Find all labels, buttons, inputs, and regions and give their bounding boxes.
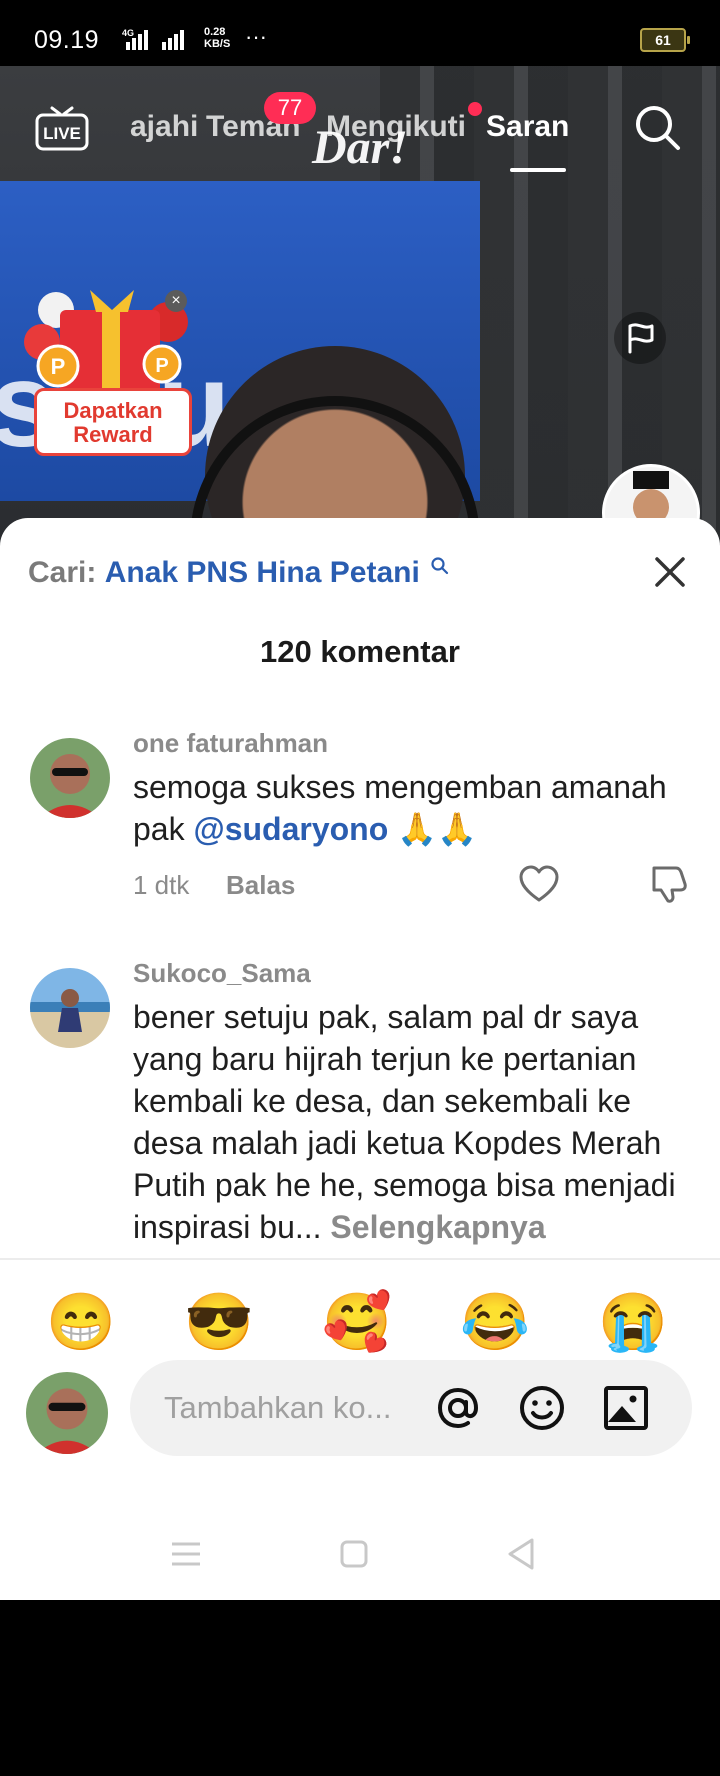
live-icon[interactable]: LIVE [34, 102, 90, 152]
svg-text:LIVE: LIVE [43, 124, 81, 143]
search-query-link[interactable]: Anak PNS Hina Petani [105, 556, 420, 589]
battery-icon: 61 [640, 28, 690, 52]
active-tab-indicator [510, 168, 566, 172]
heart-icon[interactable] [518, 864, 560, 904]
back-icon[interactable] [502, 1534, 542, 1574]
system-navigation-bar [0, 1510, 720, 1600]
avatar[interactable] [30, 968, 110, 1048]
close-icon[interactable] [650, 552, 690, 592]
emoji-icon[interactable] [516, 1382, 568, 1434]
reward-close-button[interactable]: × [165, 290, 187, 312]
network-speed: 0.28 KB/S [204, 26, 230, 50]
my-avatar [26, 1372, 108, 1454]
divider [0, 1258, 720, 1260]
emoji-sunglasses-button[interactable]: 😎 [184, 1290, 254, 1354]
comment-count-title: 120 komentar [260, 634, 460, 669]
comment-mention[interactable]: @sudaryono [193, 811, 388, 847]
comment-time: 1 dtk [133, 870, 190, 900]
dislike-icon[interactable] [648, 864, 690, 904]
more-notifications-icon: ··· [245, 24, 267, 49]
image-icon[interactable] [600, 1382, 652, 1434]
status-time: 09.19 [34, 26, 100, 54]
comment-text: semoga sukses mengemban amanah pak @suda… [133, 766, 708, 850]
reward-label-line1: Dapatkan [63, 398, 163, 423]
home-icon[interactable] [334, 1534, 374, 1574]
comment-username[interactable]: one faturahman [133, 728, 328, 759]
svg-text:P: P [155, 355, 168, 377]
tab-ajahi[interactable]: ajahi [130, 110, 198, 144]
related-search[interactable]: Cari: Anak PNS Hina Petani [28, 556, 450, 590]
emoji-love-button[interactable]: 🥰 [322, 1290, 392, 1354]
emoji-laugh-button[interactable]: 😂 [460, 1290, 530, 1354]
tab-saran[interactable]: Saran [486, 110, 569, 144]
reward-label[interactable]: Dapatkan Reward [34, 388, 192, 456]
emoji-grin-button[interactable]: 😁 [46, 1290, 116, 1354]
speed-value: 0.28 [204, 26, 226, 38]
quick-emoji-bar: 😁 😎 🥰 😂 😭 [0, 1290, 720, 1360]
svg-text:P: P [51, 354, 66, 379]
reply-button[interactable]: Balas [226, 870, 295, 901]
notification-dot [468, 102, 482, 116]
comment-input-placeholder: Tambahkan ko... [164, 1390, 392, 1425]
mention-icon[interactable] [432, 1382, 484, 1434]
menu-icon[interactable] [166, 1534, 206, 1574]
avatar[interactable] [30, 738, 110, 818]
status-bar: 09.19 4G 0.28 KB/S ··· 61 [0, 0, 720, 66]
search-prefix: Cari: [28, 556, 97, 589]
comment-composer: Tambahkan ko... [0, 1360, 720, 1460]
comments-sheet: Cari: Anak PNS Hina Petani 120 komentar [0, 518, 720, 1600]
reward-label-line2: Reward [73, 422, 153, 447]
speed-unit: KB/S [204, 38, 231, 50]
report-flag-icon[interactable] [614, 312, 666, 364]
emoji-cry-button[interactable]: 😭 [598, 1290, 668, 1354]
network-type: 4G [122, 28, 134, 38]
comment-username[interactable]: Sukoco_Sama [133, 958, 311, 989]
see-more-link[interactable]: Selengkapnya [330, 1209, 545, 1245]
search-small-icon [431, 557, 449, 575]
comment-text: bener setuju pak, salam pal dr saya yang… [133, 996, 708, 1248]
comment-emoji: 🙏🙏 [397, 811, 477, 847]
video-watermark: Dar! [312, 121, 409, 174]
friends-badge: 77 [264, 92, 316, 124]
comment-input[interactable]: Tambahkan ko... [130, 1360, 692, 1456]
search-icon[interactable] [632, 102, 682, 152]
